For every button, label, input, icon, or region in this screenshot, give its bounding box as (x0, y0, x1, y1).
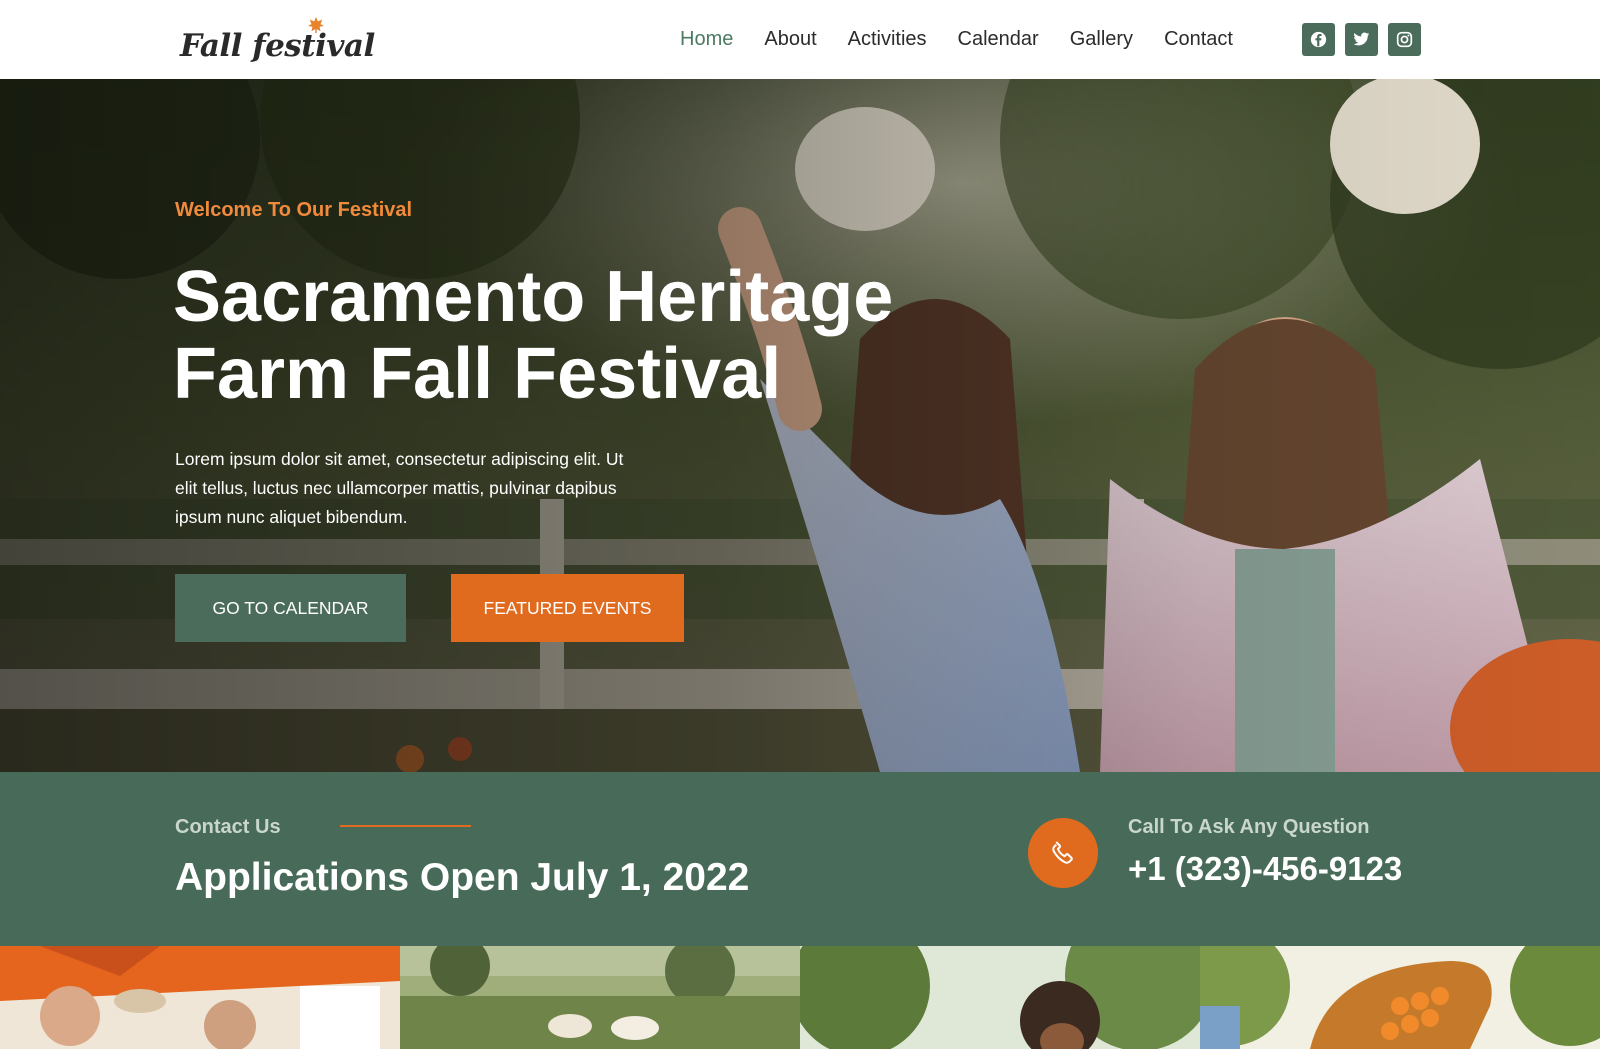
facebook-button[interactable] (1302, 23, 1335, 56)
gallery-photo[interactable] (1200, 946, 1600, 1049)
site-header: Fall festival Home About Activities Cale… (0, 0, 1600, 79)
twitter-button[interactable] (1345, 23, 1378, 56)
gallery-photo[interactable] (800, 946, 1200, 1049)
go-to-calendar-button[interactable]: GO TO CALENDAR (175, 574, 406, 642)
nav-gallery[interactable]: Gallery (1070, 28, 1133, 51)
maple-leaf-icon (307, 16, 325, 34)
nav-home[interactable]: Home (680, 28, 733, 51)
child-trees-image (800, 946, 1200, 1049)
hero-section: Welcome To Our Festival Sacramento Herit… (0, 79, 1600, 772)
field-hats-image (400, 946, 800, 1049)
call-label: Call To Ask Any Question (1128, 816, 1370, 838)
hero-description: Lorem ipsum dolor sit amet, consectetur … (175, 449, 624, 527)
contact-label: Contact Us (175, 816, 281, 838)
logo-text: Fall festival (180, 28, 375, 64)
hero-title: Sacramento Heritage Farm Fall Festival (173, 257, 894, 414)
nav-activities[interactable]: Activities (848, 28, 927, 51)
main-nav: Home About Activities Calendar Gallery C… (680, 22, 1264, 56)
twitter-icon (1353, 32, 1370, 46)
hero-overlay (0, 79, 1600, 772)
instagram-button[interactable] (1388, 23, 1421, 56)
facebook-icon (1310, 31, 1327, 48)
nav-calendar[interactable]: Calendar (958, 28, 1039, 51)
contact-band: Contact Us Applications Open July 1, 202… (0, 772, 1600, 946)
logo[interactable]: Fall festival (180, 14, 375, 64)
phone-button[interactable] (1028, 818, 1098, 888)
phone-number[interactable]: +1 (323)-456-9123 (1128, 850, 1402, 888)
photo-strip (0, 946, 1600, 1049)
instagram-icon (1396, 31, 1413, 48)
pumpkin-display-image (1200, 946, 1600, 1049)
featured-events-button[interactable]: FEATURED EVENTS (451, 574, 684, 642)
gallery-photo[interactable] (0, 946, 400, 1049)
tent-market-image (0, 946, 400, 1049)
applications-title: Applications Open July 1, 2022 (175, 856, 750, 899)
hero-kicker: Welcome To Our Festival (175, 199, 413, 221)
nav-about[interactable]: About (764, 28, 816, 51)
gallery-photo[interactable] (400, 946, 800, 1049)
nav-contact[interactable]: Contact (1164, 28, 1233, 51)
phone-icon (1052, 841, 1073, 864)
divider-line (340, 825, 471, 827)
